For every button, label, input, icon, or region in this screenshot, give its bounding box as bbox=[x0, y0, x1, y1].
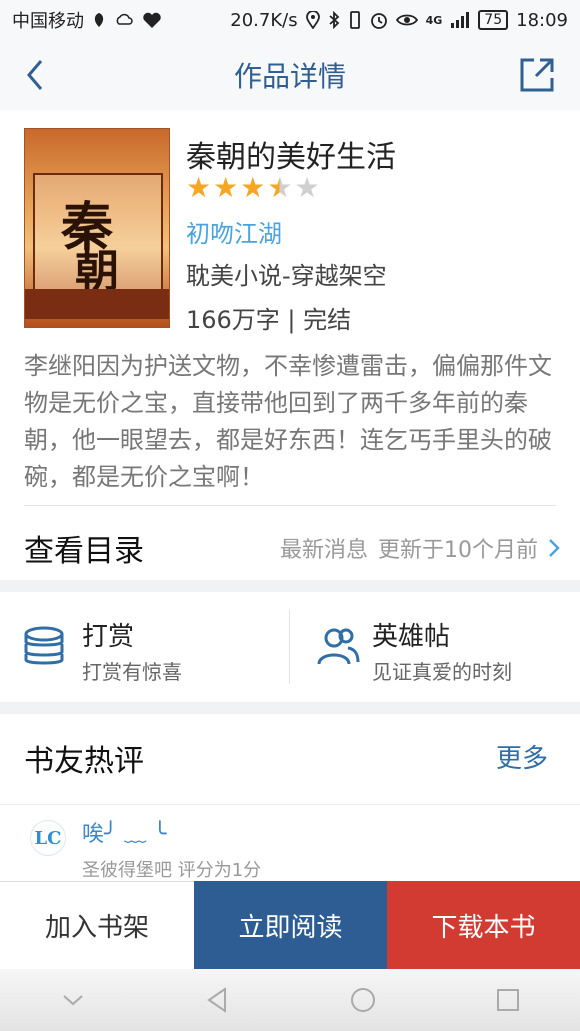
catalog-label: 查看目录 bbox=[24, 534, 144, 569]
clock: 18:09 bbox=[516, 9, 568, 31]
chevron-right-icon bbox=[549, 539, 560, 557]
book-cover[interactable]: 秦 朝 bbox=[24, 128, 170, 328]
book-detail-card: 秦 朝 秦朝的美好生活 ★ ★ ★ ★ ★ 初吻江湖 耽美小说-穿越架空 166万字 |… bbox=[0, 110, 580, 580]
add-to-shelf-button[interactable]: 加入书架 bbox=[0, 881, 194, 969]
reward-button[interactable]: 打赏 打赏有惊喜 bbox=[0, 592, 290, 702]
star-icon: ★ bbox=[186, 171, 212, 204]
star-icon: ★ bbox=[267, 171, 293, 204]
section-title: 书友热评 bbox=[24, 744, 144, 779]
status-right: 20.7K/s 4G 75 18:09 bbox=[230, 10, 568, 31]
latest-news-label: 最新消息 bbox=[279, 538, 368, 563]
divider bbox=[0, 804, 580, 805]
recents-square-icon[interactable] bbox=[493, 985, 523, 1015]
hero-post-button[interactable]: 英雄帖 见证真爱的时刻 bbox=[290, 592, 580, 702]
status-left: 中国移动 bbox=[12, 7, 162, 33]
coins-icon bbox=[24, 626, 64, 665]
commenter-name[interactable]: 唉╯ ﹏ ╰ bbox=[82, 816, 166, 848]
top-nav-bar: 作品详情 bbox=[0, 40, 580, 110]
users-icon bbox=[317, 628, 360, 665]
bottom-action-bar: 加入书架 立即阅读 下载本书 bbox=[0, 881, 580, 969]
star-icon: ★ bbox=[240, 171, 266, 204]
more-comments-link[interactable]: 更多 bbox=[496, 738, 548, 775]
book-genre: 耽美小说-穿越架空 bbox=[186, 262, 387, 290]
hero-post-subtitle: 见证真爱的时刻 bbox=[372, 660, 512, 684]
back-triangle-icon[interactable] bbox=[203, 985, 233, 1015]
signal-icon bbox=[451, 12, 470, 28]
battery-level: 75 bbox=[484, 12, 503, 28]
page-title: 作品详情 bbox=[233, 60, 346, 93]
network-type: 4G bbox=[425, 13, 443, 27]
read-now-button[interactable]: 立即阅读 bbox=[194, 881, 387, 969]
vibrate-icon bbox=[349, 11, 360, 29]
divider bbox=[24, 505, 556, 506]
cover-palace-illustration bbox=[25, 289, 169, 319]
network-speed: 20.7K/s bbox=[230, 9, 298, 31]
catalog-update-info: 最新消息 更新于10个月前 bbox=[280, 532, 560, 564]
updated-time: 更新于10个月前 bbox=[378, 538, 538, 563]
reward-title: 打赏 bbox=[82, 622, 135, 652]
eye-icon bbox=[395, 14, 418, 26]
star-icon: ★ bbox=[213, 171, 239, 204]
book-description: 李继阳因为护送文物，不幸惨遭雷击，偏偏那件文物是无价之宝，直接带他回到了两千多年… bbox=[24, 352, 552, 491]
author-link[interactable]: 初吻江湖 bbox=[186, 214, 282, 249]
hot-comments-section: 书友热评 更多 LC 唉╯ ﹏ ╰ 圣彼得堡吧 评分为1分 bbox=[0, 714, 580, 884]
book-title: 秦朝的美好生活 bbox=[186, 140, 396, 175]
chevron-left-icon bbox=[27, 60, 43, 90]
status-bar: 中国移动 20.7K/s 4G 75 18:09 bbox=[0, 0, 580, 40]
weather-icon bbox=[116, 13, 133, 25]
back-button[interactable] bbox=[18, 58, 52, 92]
share-icon bbox=[520, 58, 554, 92]
book-word-count-status: 166万字 | 完结 bbox=[186, 306, 352, 334]
view-catalog-row[interactable]: 查看目录 最新消息 更新于10个月前 bbox=[0, 508, 580, 580]
bluetooth-icon bbox=[329, 11, 339, 29]
action-row: 打赏 打赏有惊喜 英雄帖 见证真爱的时刻 bbox=[0, 592, 580, 702]
share-button[interactable] bbox=[518, 56, 556, 94]
download-button[interactable]: 下载本书 bbox=[387, 881, 580, 969]
carrier-label: 中国移动 bbox=[12, 11, 84, 32]
star-icon: ★ bbox=[294, 171, 320, 204]
alarm-icon bbox=[370, 13, 387, 29]
battery-icon: 75 bbox=[478, 10, 509, 30]
reward-subtitle: 打赏有惊喜 bbox=[82, 660, 182, 684]
comment-meta: 圣彼得堡吧 评分为1分 bbox=[82, 860, 262, 881]
hide-keyboard-icon[interactable] bbox=[58, 985, 88, 1015]
system-navigation-bar bbox=[0, 969, 580, 1031]
rating-stars: ★ ★ ★ ★ ★ bbox=[186, 174, 320, 202]
hero-post-title: 英雄帖 bbox=[372, 622, 451, 652]
location-icon bbox=[305, 11, 320, 29]
notification-icon bbox=[94, 13, 104, 27]
home-circle-icon[interactable] bbox=[348, 985, 378, 1015]
heart-icon bbox=[143, 12, 161, 28]
avatar[interactable]: LC bbox=[30, 820, 66, 856]
